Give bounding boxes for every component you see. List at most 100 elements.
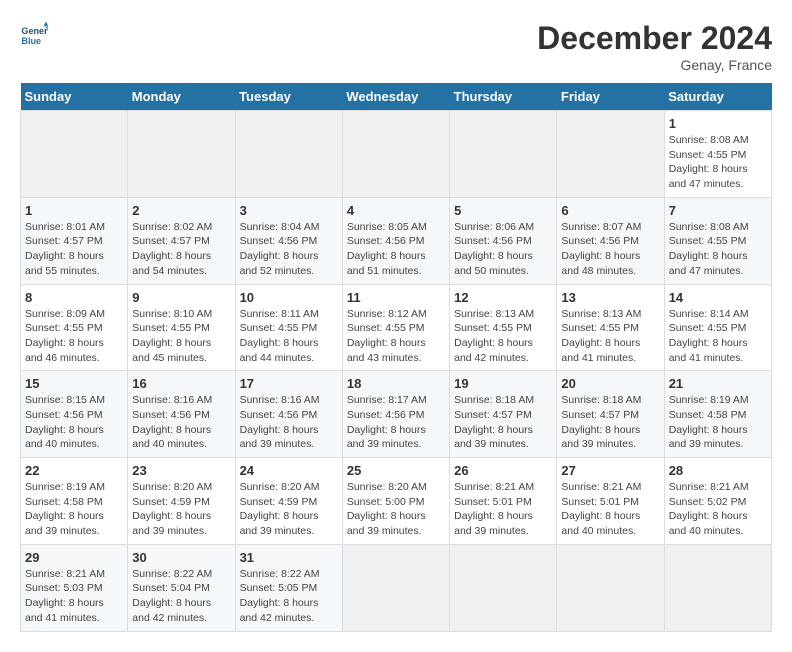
day-cell: 1Sunrise: 8:01 AMSunset: 4:57 PMDaylight… <box>21 197 128 284</box>
logo-icon: General Blue <box>20 20 48 48</box>
day-info: Sunrise: 8:06 AMSunset: 4:56 PMDaylight:… <box>454 220 552 279</box>
day-number: 22 <box>25 463 123 478</box>
col-header-saturday: Saturday <box>664 83 771 111</box>
day-info: Sunrise: 8:08 AMSunset: 4:55 PMDaylight:… <box>669 220 767 279</box>
day-number: 7 <box>669 203 767 218</box>
col-header-friday: Friday <box>557 83 664 111</box>
day-cell: 20Sunrise: 8:18 AMSunset: 4:57 PMDayligh… <box>557 371 664 458</box>
week-row-1: 1Sunrise: 8:08 AMSunset: 4:55 PMDaylight… <box>21 111 772 198</box>
day-info: Sunrise: 8:17 AMSunset: 4:56 PMDaylight:… <box>347 393 445 452</box>
week-row-5: 22 Sunrise: 8:19 AMSunset: 4:58 PMDayligh… <box>21 458 772 545</box>
day-cell <box>235 111 342 198</box>
day-number: 1 <box>669 116 767 131</box>
day-number: 29 <box>25 550 123 565</box>
day-cell: 7 Sunrise: 8:08 AMSunset: 4:55 PMDaylight… <box>664 197 771 284</box>
day-cell: 1Sunrise: 8:08 AMSunset: 4:55 PMDaylight… <box>664 111 771 198</box>
month-title: December 2024 <box>537 20 772 57</box>
day-info: Sunrise: 8:02 AMSunset: 4:57 PMDaylight:… <box>132 220 230 279</box>
day-cell: 31Sunrise: 8:22 AMSunset: 5:05 PMDayligh… <box>235 544 342 631</box>
day-number: 5 <box>454 203 552 218</box>
day-cell: 5 Sunrise: 8:06 AMSunset: 4:56 PMDaylight… <box>450 197 557 284</box>
day-cell: 6Sunrise: 8:07 AMSunset: 4:56 PMDaylight… <box>557 197 664 284</box>
day-cell: 15Sunrise: 8:15 AMSunset: 4:56 PMDayligh… <box>21 371 128 458</box>
day-cell <box>128 111 235 198</box>
day-cell: 30 Sunrise: 8:22 AMSunset: 5:04 PMDayligh… <box>128 544 235 631</box>
day-number: 18 <box>347 376 445 391</box>
page-header: General Blue December 2024 Genay, France <box>20 20 772 73</box>
day-cell: 10 Sunrise: 8:11 AMSunset: 4:55 PMDayligh… <box>235 284 342 371</box>
day-number: 10 <box>240 290 338 305</box>
col-header-sunday: Sunday <box>21 83 128 111</box>
day-info: Sunrise: 8:19 AMSunset: 4:58 PMDaylight:… <box>25 480 123 539</box>
day-number: 26 <box>454 463 552 478</box>
calendar-body: 1 Sunrise: 8:08 AMSunset: 4:55 PMDaylight… <box>21 111 772 632</box>
day-info: Sunrise: 8:19 AMSunset: 4:58 PMDaylight:… <box>669 393 767 452</box>
day-cell: 11Sunrise: 8:12 AMSunset: 4:55 PMDayligh… <box>342 284 449 371</box>
day-number: 9 <box>132 290 230 305</box>
day-cell: 21 Sunrise: 8:19 AMSunset: 4:58 PMDayligh… <box>664 371 771 458</box>
day-number: 11 <box>347 290 445 305</box>
day-info: Sunrise: 8:05 AMSunset: 4:56 PMDaylight:… <box>347 220 445 279</box>
day-cell: 16Sunrise: 8:16 AMSunset: 4:56 PMDayligh… <box>128 371 235 458</box>
day-cell <box>557 111 664 198</box>
day-number: 16 <box>132 376 230 391</box>
day-info: Sunrise: 8:14 AMSunset: 4:55 PMDaylight:… <box>669 307 767 366</box>
day-cell: 17Sunrise: 8:16 AMSunset: 4:56 PMDayligh… <box>235 371 342 458</box>
day-number: 31 <box>240 550 338 565</box>
day-cell <box>450 111 557 198</box>
day-number: 25 <box>347 463 445 478</box>
day-cell: 9Sunrise: 8:10 AMSunset: 4:55 PMDaylight… <box>128 284 235 371</box>
day-cell: 19 Sunrise: 8:18 AMSunset: 4:57 PMDayligh… <box>450 371 557 458</box>
day-number: 24 <box>240 463 338 478</box>
day-cell <box>342 111 449 198</box>
day-cell: 13 Sunrise: 8:13 AMSunset: 4:55 PMDayligh… <box>557 284 664 371</box>
day-number: 30 <box>132 550 230 565</box>
day-number: 13 <box>561 290 659 305</box>
day-number: 12 <box>454 290 552 305</box>
day-info: Sunrise: 8:21 AMSunset: 5:01 PMDaylight:… <box>454 480 552 539</box>
day-number: 17 <box>240 376 338 391</box>
day-cell <box>664 544 771 631</box>
calendar-header-row: SundayMondayTuesdayWednesdayThursdayFrid… <box>21 83 772 111</box>
day-info: Sunrise: 8:13 AMSunset: 4:55 PMDaylight:… <box>561 307 659 366</box>
day-info: Sunrise: 8:21 AMSunset: 5:01 PMDaylight:… <box>561 480 659 539</box>
day-info: Sunrise: 8:18 AMSunset: 4:57 PMDaylight:… <box>561 393 659 452</box>
day-cell: 23 Sunrise: 8:20 AMSunset: 4:59 PMDayligh… <box>128 458 235 545</box>
week-row-2: 1Sunrise: 8:01 AMSunset: 4:57 PMDaylight… <box>21 197 772 284</box>
day-info: Sunrise: 8:21 AMSunset: 5:03 PMDaylight:… <box>25 567 123 626</box>
week-row-6: 29 Sunrise: 8:21 AMSunset: 5:03 PMDayligh… <box>21 544 772 631</box>
day-cell: 22 Sunrise: 8:19 AMSunset: 4:58 PMDayligh… <box>21 458 128 545</box>
day-cell: 27Sunrise: 8:21 AMSunset: 5:01 PMDayligh… <box>557 458 664 545</box>
day-info: Sunrise: 8:22 AMSunset: 5:04 PMDaylight:… <box>132 567 230 626</box>
day-number: 8 <box>25 290 123 305</box>
col-header-wednesday: Wednesday <box>342 83 449 111</box>
day-cell <box>450 544 557 631</box>
day-number: 23 <box>132 463 230 478</box>
day-cell: 8 Sunrise: 8:09 AMSunset: 4:55 PMDaylight… <box>21 284 128 371</box>
day-cell: 18 Sunrise: 8:17 AMSunset: 4:56 PMDayligh… <box>342 371 449 458</box>
svg-text:General: General <box>21 26 48 36</box>
day-cell <box>342 544 449 631</box>
day-info: Sunrise: 8:18 AMSunset: 4:57 PMDaylight:… <box>454 393 552 452</box>
col-header-thursday: Thursday <box>450 83 557 111</box>
day-number: 6 <box>561 203 659 218</box>
day-info: Sunrise: 8:11 AMSunset: 4:55 PMDaylight:… <box>240 307 338 366</box>
day-cell: 25 Sunrise: 8:20 AMSunset: 5:00 PMDayligh… <box>342 458 449 545</box>
title-block: December 2024 Genay, France <box>537 20 772 73</box>
col-header-monday: Monday <box>128 83 235 111</box>
day-number: 21 <box>669 376 767 391</box>
day-info: Sunrise: 8:21 AMSunset: 5:02 PMDaylight:… <box>669 480 767 539</box>
day-info: Sunrise: 8:09 AMSunset: 4:55 PMDaylight:… <box>25 307 123 366</box>
day-number: 3 <box>240 203 338 218</box>
day-cell <box>21 111 128 198</box>
logo: General Blue <box>20 20 48 48</box>
day-cell: 4Sunrise: 8:05 AMSunset: 4:56 PMDaylight… <box>342 197 449 284</box>
day-cell <box>557 544 664 631</box>
day-info: Sunrise: 8:20 AMSunset: 4:59 PMDaylight:… <box>132 480 230 539</box>
col-header-tuesday: Tuesday <box>235 83 342 111</box>
day-info: Sunrise: 8:04 AMSunset: 4:56 PMDaylight:… <box>240 220 338 279</box>
day-number: 1 <box>25 203 123 218</box>
day-info: Sunrise: 8:20 AMSunset: 5:00 PMDaylight:… <box>347 480 445 539</box>
day-info: Sunrise: 8:20 AMSunset: 4:59 PMDaylight:… <box>240 480 338 539</box>
day-number: 19 <box>454 376 552 391</box>
